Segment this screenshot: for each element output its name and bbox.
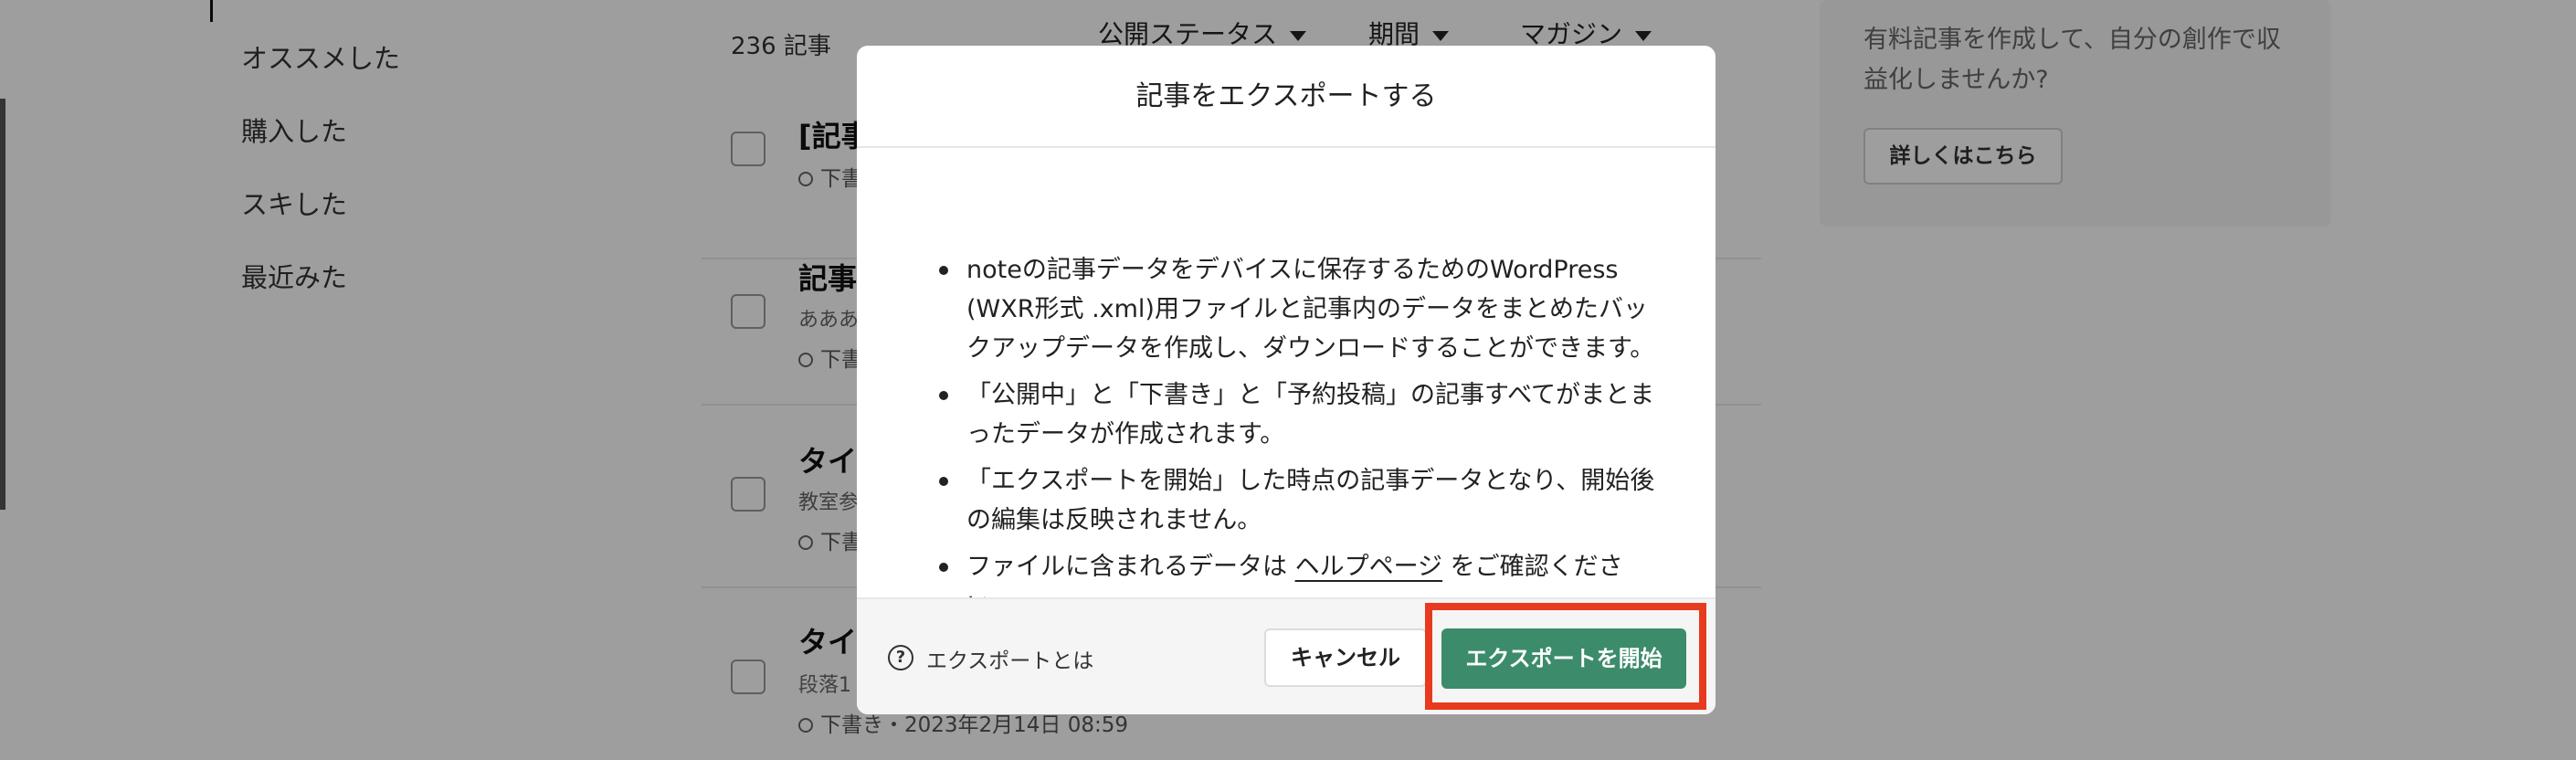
what-is-export-link[interactable]: エクスポートとは [926, 643, 1093, 674]
export-info-list: noteの記事データをデバイスに保存するためのWordPress (WXR形式 … [939, 250, 1670, 633]
dialog-title: 記事をエクスポートする [857, 46, 1716, 148]
export-dialog: 記事をエクスポートする noteの記事データをデバイスに保存するためのWordP… [857, 46, 1716, 714]
info-bullet: 「公開中」と「下書き」と「予約投稿」の記事すべてがまとまったデータが作成されます… [939, 375, 1670, 454]
cancel-button[interactable]: キャンセル [1264, 628, 1427, 687]
info-bullet: 「エクスポートを開始」した時点の記事データとなり、開始後の編集は反映されません。 [939, 461, 1670, 540]
help-page-link[interactable]: ヘルプページ [1295, 553, 1442, 581]
info-bullet: noteの記事データをデバイスに保存するためのWordPress (WXR形式 … [939, 250, 1670, 368]
start-export-button[interactable]: エクスポートを開始 [1441, 628, 1686, 689]
question-circle-icon[interactable]: ? [888, 645, 913, 670]
dialog-footer: ? エクスポートとは キャンセル エクスポートを開始 [857, 597, 1716, 714]
dialog-body: noteの記事データをデバイスに保存するためのWordPress (WXR形式 … [857, 150, 1716, 620]
info-bullet-text: ファイルに含まれるデータは [966, 553, 1295, 581]
